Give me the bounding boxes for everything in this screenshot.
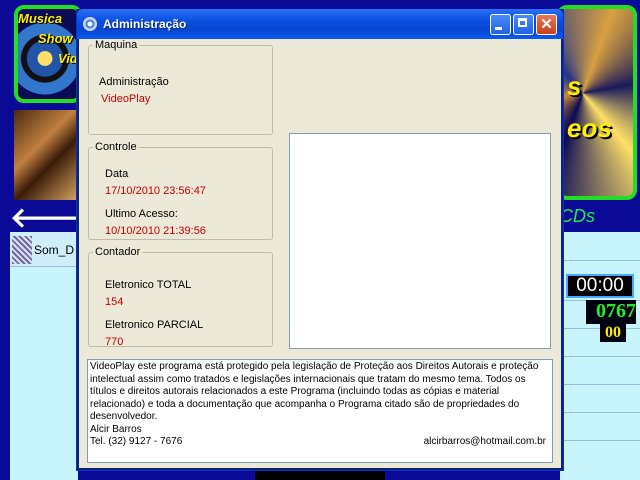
- close-icon: ✕: [540, 16, 553, 33]
- bottom-bar: [255, 470, 385, 480]
- back-arrow-icon[interactable]: 🡐: [10, 203, 85, 233]
- minimize-button[interactable]: [490, 14, 511, 35]
- media-list-panel[interactable]: [10, 232, 78, 480]
- controle-group: Controle Data 17/10/2010 23:56:47 Ultimo…: [88, 141, 273, 240]
- total-value: 154: [105, 296, 124, 308]
- data-label: Data: [105, 168, 129, 180]
- notice-text: VideoPlay este programa está protegido p…: [90, 361, 539, 422]
- close-button[interactable]: ✕: [536, 14, 557, 35]
- contador-group: Contador Eletronico TOTAL 154 Eletronico…: [88, 246, 273, 348]
- banner-right-text-2: eos: [567, 113, 612, 143]
- banner-left-image: Musica Show Vid: [14, 5, 82, 103]
- divider: [560, 412, 640, 413]
- list-item-label: Som_D: [34, 243, 75, 257]
- title-bar[interactable]: Administração ✕: [77, 9, 563, 39]
- contact-row: Tel. (32) 9127 - 7676 alcirbarros@hotmai…: [90, 436, 550, 449]
- maquina-legend: Maquina: [95, 39, 138, 51]
- maquina-label: Administração: [99, 76, 169, 88]
- divider: [560, 440, 640, 441]
- credit-sub-counter: 00: [600, 324, 626, 342]
- credit-counter: 0767: [586, 300, 636, 324]
- banner-left-text-2: Show: [38, 31, 73, 46]
- banner-left-text-3: Vid: [58, 51, 78, 66]
- parcial-value: 770: [105, 336, 124, 348]
- banner-left-text-1: Musica: [18, 11, 63, 26]
- contador-legend: Contador: [95, 246, 141, 258]
- maquina-value: VideoPlay: [101, 93, 151, 105]
- divider: [560, 260, 640, 261]
- maximize-button[interactable]: [513, 14, 534, 35]
- preview-panel: [289, 133, 551, 349]
- divider: [560, 384, 640, 385]
- window-title: Administração: [103, 17, 187, 31]
- list-item[interactable]: Som_D: [10, 233, 78, 267]
- copyright-notice: VideoPlay este programa está protegido p…: [87, 359, 553, 463]
- banner-right-image: s eos: [557, 5, 637, 200]
- ultimo-acesso-value: 10/10/2010 21:39:56: [105, 225, 206, 237]
- data-value: 17/10/2010 23:56:47: [105, 185, 206, 197]
- author-name: Alcir Barros: [90, 423, 142, 435]
- maquina-group: Maquina Administração VideoPlay: [88, 39, 273, 135]
- admin-dialog: Administração ✕ Maquina Administração Vi…: [76, 9, 564, 471]
- app-icon[interactable]: [83, 17, 97, 31]
- banner-right-text-1: s: [567, 71, 582, 101]
- phone-number: Tel. (32) 9127 - 7676: [90, 436, 183, 447]
- right-list-panel[interactable]: [560, 232, 640, 480]
- cds-label: CDs: [560, 206, 595, 226]
- email-address: alcirbarros@hotmail.com.br: [423, 436, 546, 447]
- parcial-label: Eletronico PARCIAL: [105, 319, 204, 331]
- ultimo-acesso-label: Ultimo Acesso:: [105, 208, 178, 220]
- video-thumbnail[interactable]: [14, 110, 76, 200]
- media-file-icon: [12, 236, 32, 264]
- total-label: Eletronico TOTAL: [105, 279, 192, 291]
- controle-legend: Controle: [95, 141, 137, 153]
- timer-display: 00:00: [566, 274, 634, 298]
- divider: [560, 356, 640, 357]
